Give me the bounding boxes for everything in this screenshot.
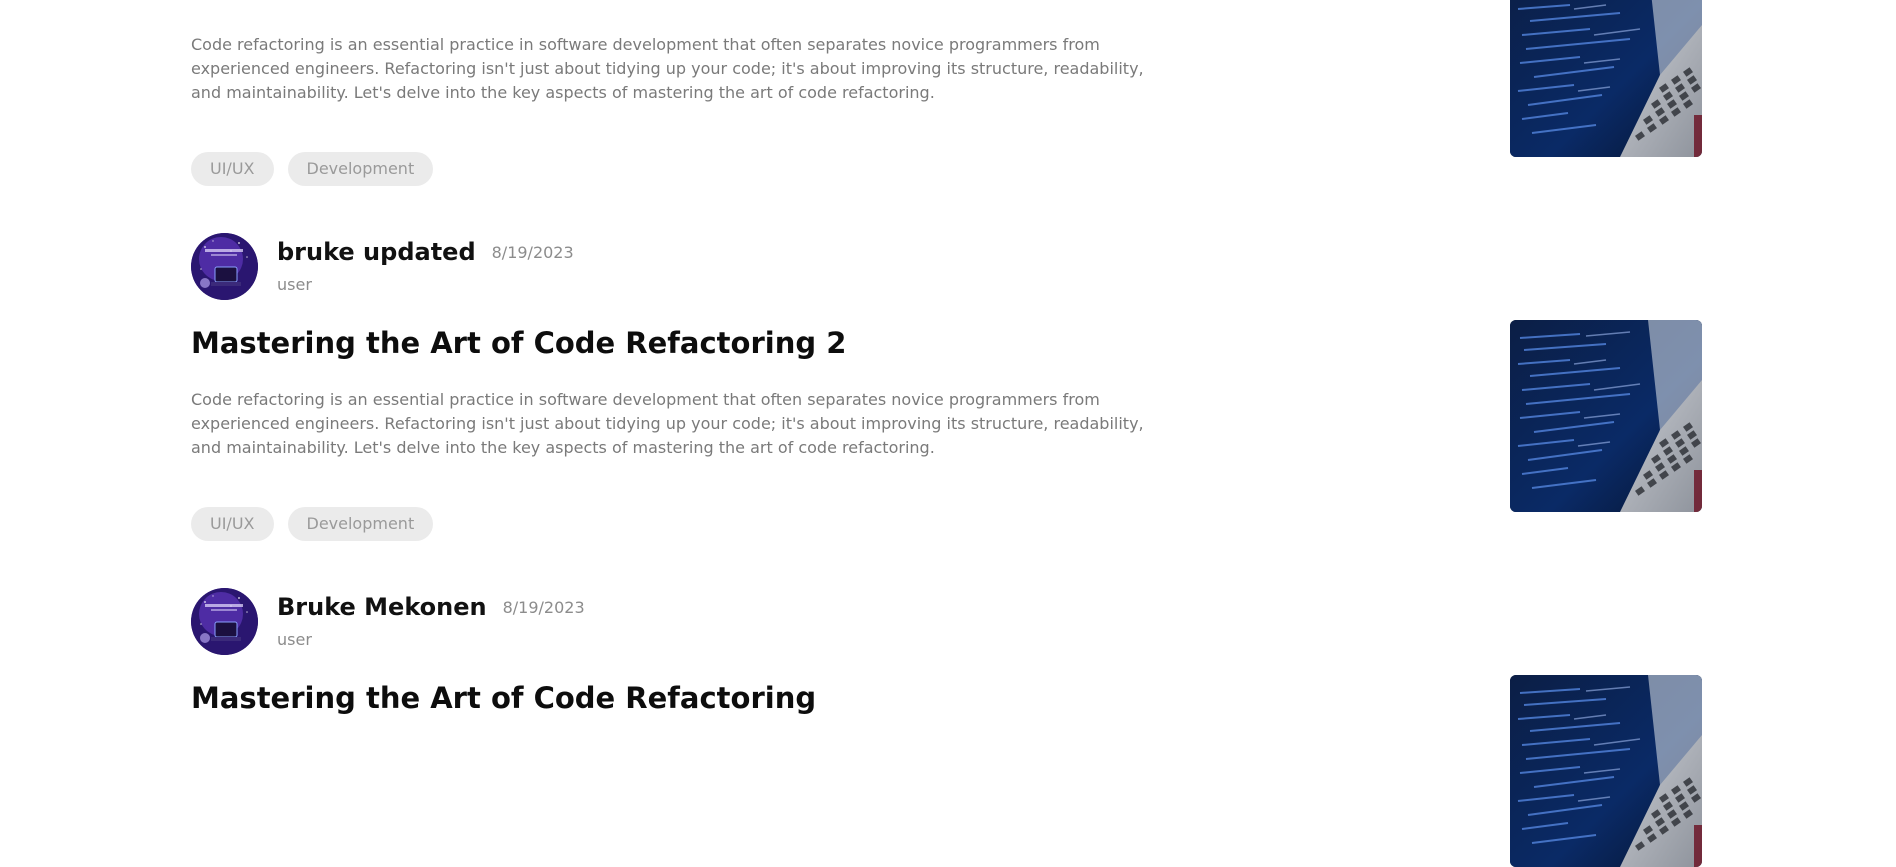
post-author: bruke updated 8/19/2023 user — [191, 233, 891, 301]
author-role: user — [277, 275, 312, 294]
author-name[interactable]: bruke updated — [277, 238, 476, 266]
post-date: 8/19/2023 — [502, 598, 585, 617]
avatar-image — [191, 588, 258, 655]
laptop-code-image — [1510, 675, 1702, 867]
tag-chip[interactable]: Development — [287, 152, 434, 186]
laptop-code-image — [1510, 320, 1702, 512]
post-title[interactable]: Mastering the Art of Code Refactoring 2 — [191, 322, 846, 364]
avatar-image — [191, 233, 258, 300]
avatar[interactable] — [191, 233, 258, 300]
tag-list: UI/UX Development — [191, 152, 434, 186]
author-name[interactable]: Bruke Mekonen — [277, 593, 487, 621]
tag-chip[interactable]: Development — [287, 507, 434, 541]
laptop-code-image — [1510, 0, 1702, 157]
post-date: 8/19/2023 — [491, 243, 574, 262]
tag-chip[interactable]: UI/UX — [191, 507, 274, 541]
tag-chip[interactable]: UI/UX — [191, 152, 274, 186]
avatar[interactable] — [191, 588, 258, 655]
tag-list: UI/UX Development — [191, 507, 434, 541]
post-thumbnail[interactable] — [1510, 0, 1702, 157]
post-thumbnail[interactable] — [1510, 320, 1702, 512]
author-role: user — [277, 630, 312, 649]
post-excerpt: Code refactoring is an essential practic… — [191, 390, 1144, 457]
post-feed: Code refactoring is an essential practic… — [0, 0, 1896, 867]
post-title[interactable]: Mastering the Art of Code Refactoring — [191, 677, 816, 719]
post-author: Bruke Mekonen 8/19/2023 user — [191, 588, 891, 656]
post-thumbnail[interactable] — [1510, 675, 1702, 867]
post-excerpt: Code refactoring is an essential practic… — [191, 35, 1144, 102]
